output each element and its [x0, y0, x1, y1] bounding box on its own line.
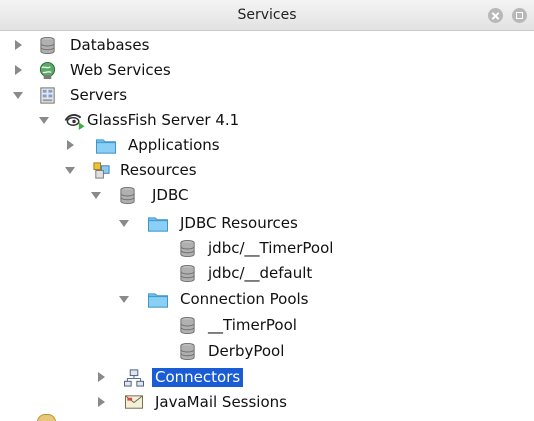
- close-icon[interactable]: [488, 8, 503, 23]
- tree-item-connectors[interactable]: Connectors: [0, 365, 534, 390]
- tree-item-jdbc-resources[interactable]: JDBC Resources: [0, 211, 534, 236]
- tree-item-label: __TimerPool: [208, 316, 297, 334]
- tree-item-databases[interactable]: Databases: [0, 33, 534, 58]
- tree-item-label: Connectors: [152, 368, 244, 387]
- tree-item-label: GlassFish Server 4.1: [87, 111, 240, 129]
- tree-item-javamail-sessions[interactable]: JavaMail Sessions: [0, 390, 534, 415]
- tree-item-label: DerbyPool: [208, 342, 285, 360]
- panel-title: Services: [237, 7, 297, 23]
- tree-item-label: Applications: [128, 136, 220, 154]
- collapse-toggle[interactable]: [118, 217, 130, 229]
- javamail-icon: [124, 395, 144, 409]
- tree-item-servers[interactable]: Servers: [0, 83, 534, 108]
- web-services-icon: [39, 61, 56, 80]
- tree-item-label: JDBC Resources: [180, 214, 298, 232]
- database-icon: [120, 186, 135, 205]
- tree-item-label: JavaMail Sessions: [155, 393, 287, 411]
- connection-pool-icon: [180, 342, 195, 361]
- collapse-toggle[interactable]: [90, 189, 102, 201]
- folder-icon: [96, 139, 116, 154]
- tree-item-timerpool[interactable]: __TimerPool: [0, 313, 534, 338]
- collapse-toggle[interactable]: [12, 89, 24, 101]
- tree-item-jdbc-timerpool[interactable]: jdbc/__TimerPool: [0, 236, 534, 261]
- folder-icon: [148, 293, 168, 308]
- jdbc-resource-icon: [180, 264, 195, 283]
- tree-item-label: Servers: [70, 86, 128, 104]
- tree-item-label: Connection Pools: [180, 290, 309, 308]
- jdbc-resource-icon: [180, 239, 195, 258]
- database-icon: [40, 36, 55, 55]
- expand-toggle[interactable]: [12, 39, 24, 51]
- tree-item-label: jdbc/__TimerPool: [208, 239, 334, 257]
- tree-item-label: JDBC: [152, 186, 189, 204]
- tree-item-resources[interactable]: Resources: [0, 158, 534, 183]
- tree-item-connection-pools[interactable]: Connection Pools: [0, 287, 534, 312]
- panel-titlebar: Services: [0, 0, 534, 31]
- resources-icon: [93, 162, 110, 179]
- collapse-toggle[interactable]: [118, 293, 130, 305]
- expand-toggle[interactable]: [64, 139, 76, 151]
- folder-icon: [148, 217, 168, 232]
- partially-visible-icon: [37, 414, 56, 421]
- tree-item-label: jdbc/__default: [208, 264, 313, 282]
- tree-item-glassfish-server[interactable]: GlassFish Server 4.1: [0, 108, 534, 133]
- tree-item-label: Resources: [120, 161, 197, 179]
- expand-toggle[interactable]: [95, 371, 107, 383]
- services-panel: Services Databases Web Services Servers …: [0, 0, 534, 421]
- servers-icon: [40, 87, 55, 104]
- collapse-toggle[interactable]: [38, 114, 50, 126]
- tree-item-jdbc[interactable]: JDBC: [0, 183, 534, 208]
- tree-item-derbypool[interactable]: DerbyPool: [0, 339, 534, 364]
- expand-toggle[interactable]: [12, 64, 24, 76]
- connection-pool-icon: [180, 316, 195, 335]
- glassfish-server-icon: [64, 114, 85, 130]
- maximize-icon[interactable]: [512, 8, 527, 23]
- tree-item-label: Databases: [70, 36, 150, 54]
- tree-item-applications[interactable]: Applications: [0, 133, 534, 158]
- tree-item-web-services[interactable]: Web Services: [0, 58, 534, 83]
- tree-item-jdbc-default[interactable]: jdbc/__default: [0, 261, 534, 286]
- collapse-toggle[interactable]: [64, 164, 76, 176]
- connectors-icon: [124, 369, 144, 387]
- tree-item-label: Web Services: [70, 61, 171, 79]
- expand-toggle[interactable]: [95, 396, 107, 408]
